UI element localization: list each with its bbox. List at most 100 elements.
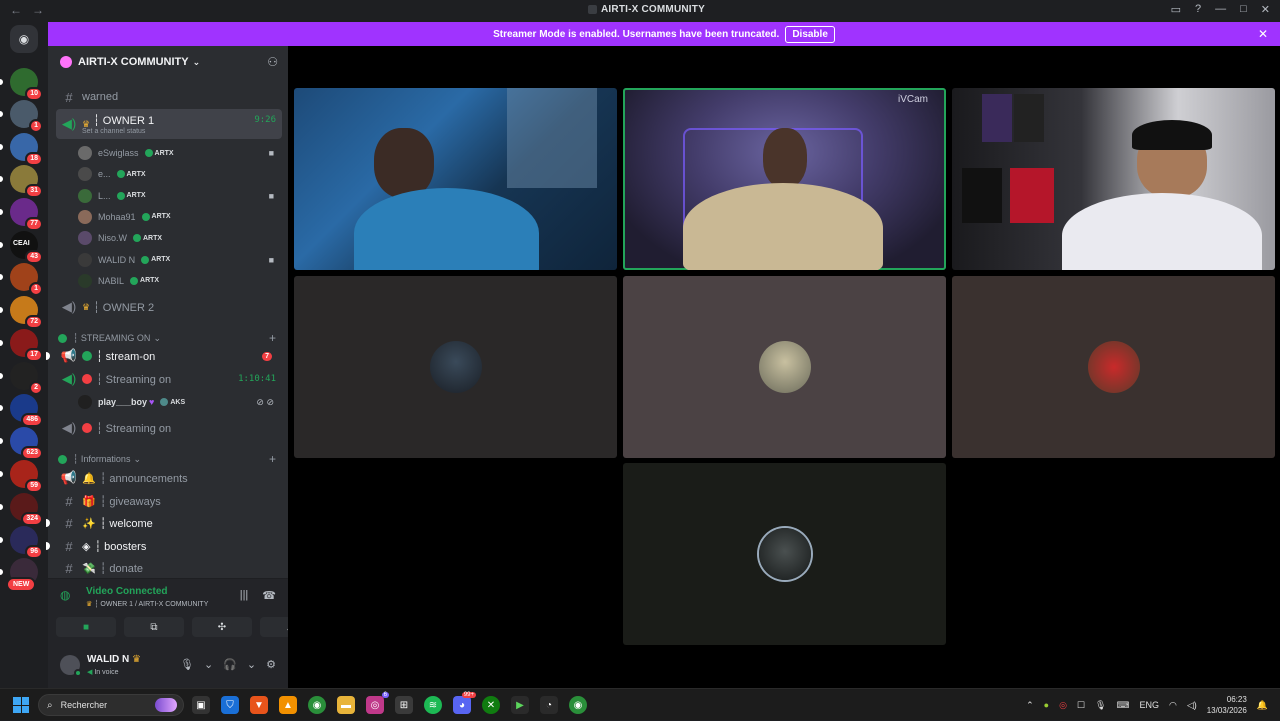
- server-icon[interactable]: 623: [10, 427, 43, 460]
- server-icon[interactable]: 31: [10, 165, 43, 198]
- voice-status[interactable]: Video Connected: [86, 586, 168, 597]
- server-icon[interactable]: NEW: [6, 558, 38, 592]
- voice-member[interactable]: Mohaa91 ARTX: [78, 208, 278, 226]
- disable-button[interactable]: Disable: [785, 25, 835, 43]
- steam-icon[interactable]: ◔: [540, 696, 558, 714]
- volume-icon[interactable]: ◁): [1187, 700, 1197, 711]
- camera-button[interactable]: ■: [56, 617, 116, 637]
- server-icon[interactable]: 77: [10, 198, 43, 231]
- chrome-profile-icon[interactable]: ◉: [569, 696, 587, 714]
- category-streaming-on[interactable]: ┆ STREAMING ON ⌄ +: [58, 331, 278, 345]
- close-banner-icon[interactable]: ✕: [1258, 27, 1268, 41]
- file-explorer-icon[interactable]: ▬: [337, 696, 355, 714]
- server-icon[interactable]: 1: [10, 263, 43, 296]
- invite-icon[interactable]: ⚇: [267, 55, 278, 69]
- tray-app-icon[interactable]: ☐: [1077, 700, 1085, 711]
- task-view-icon[interactable]: ▣: [192, 696, 210, 714]
- video-tile-6[interactable]: [952, 276, 1275, 458]
- voice-member[interactable]: e... ARTX: [78, 165, 278, 183]
- tray-app-icon[interactable]: ●: [1044, 700, 1049, 710]
- channel-donate[interactable]: # 💸 ┆ donate: [56, 558, 282, 578]
- server-icon[interactable]: 10: [10, 68, 43, 101]
- user-name[interactable]: WALID N ♛: [87, 654, 141, 665]
- chrome-icon[interactable]: ◉: [308, 696, 326, 714]
- server-icon[interactable]: 72: [10, 296, 43, 329]
- signal-icon[interactable]: ◍: [60, 588, 70, 602]
- microphone-icon[interactable]: 🎙: [1095, 700, 1106, 711]
- channel-giveaways[interactable]: # 🎁 ┆ giveaways: [56, 491, 282, 511]
- brave-browser-icon[interactable]: ▼: [250, 696, 268, 714]
- headphones-icon[interactable]: 🎧: [223, 658, 237, 671]
- server-icon[interactable]: 18: [10, 133, 43, 166]
- settings-gear-icon[interactable]: ⚙: [266, 658, 276, 671]
- voice-channel-owner2[interactable]: ◀) ♛ ┆ OWNER 2: [56, 297, 282, 317]
- video-tile-4[interactable]: [294, 276, 617, 458]
- minimize-icon[interactable]: —: [1215, 3, 1226, 16]
- instagram-icon[interactable]: ◎ 6: [366, 692, 389, 714]
- chevron-down-icon[interactable]: ⌄: [204, 658, 213, 671]
- shield-icon[interactable]: ⛉: [221, 696, 239, 714]
- voice-member[interactable]: WALID N ARTX ■: [78, 251, 278, 269]
- keyboard-icon[interactable]: ⌨: [1116, 700, 1129, 711]
- voice-member[interactable]: eSwiglass ARTX ■: [78, 144, 278, 162]
- taskbar-search[interactable]: ⌕ Rechercher: [38, 694, 184, 716]
- microphone-icon[interactable]: 🎙: [180, 658, 194, 671]
- server-icon[interactable]: CEAI 43: [10, 231, 43, 264]
- voice-location[interactable]: ♛ ┆ OWNER 1 / AIRTI-X COMMUNITY: [86, 600, 208, 608]
- close-window-icon[interactable]: ✕: [1261, 3, 1270, 16]
- activities-button[interactable]: ✣: [192, 617, 252, 637]
- noise-suppression-icon[interactable]: |||: [240, 589, 249, 602]
- channel-status[interactable]: Set a channel status: [82, 128, 145, 135]
- inbox-icon[interactable]: ▭: [1171, 3, 1181, 16]
- channel-stream-on[interactable]: 📢 ┆ stream-on 7: [46, 346, 282, 366]
- vlc-icon[interactable]: ▲: [279, 696, 297, 714]
- add-channel-icon[interactable]: +: [269, 331, 276, 345]
- windows-start-icon[interactable]: [13, 697, 29, 713]
- video-tile-2[interactable]: iVCam: [623, 88, 946, 270]
- maximize-icon[interactable]: □: [1240, 3, 1247, 16]
- server-icon[interactable]: 1: [10, 100, 43, 133]
- server-icon[interactable]: 96: [10, 526, 43, 559]
- wifi-icon[interactable]: ◠: [1169, 700, 1177, 711]
- video-tile-3[interactable]: [952, 88, 1275, 270]
- help-icon[interactable]: ?: [1195, 3, 1201, 16]
- disconnect-icon[interactable]: ☎: [262, 589, 276, 602]
- video-tile-5[interactable]: [623, 276, 946, 458]
- back-arrow-icon[interactable]: ←: [10, 3, 22, 17]
- server-icon[interactable]: 486: [10, 394, 43, 427]
- microsoft-store-icon[interactable]: ⊞: [395, 696, 413, 714]
- voice-channel-owner1[interactable]: ◀) ♛ ┆ OWNER 1 Set a channel status 9:26: [56, 109, 282, 139]
- avatar[interactable]: [60, 655, 82, 677]
- voice-member[interactable]: NABIL ARTX: [78, 272, 278, 290]
- clock[interactable]: 06:23 13/03/2026: [1207, 694, 1247, 716]
- voice-channel-streaming-on-2[interactable]: ◀) ┆ Streaming on: [56, 418, 282, 438]
- server-icon[interactable]: 2: [10, 362, 43, 395]
- screen-share-button[interactable]: ⧉: [124, 617, 184, 637]
- chevron-up-icon[interactable]: ⌃: [1026, 700, 1034, 711]
- voice-user-play-boy[interactable]: play___boy ♥ AKS ⊘ ⊘: [78, 393, 278, 411]
- video-tile-1[interactable]: [294, 88, 617, 270]
- category-informations[interactable]: ┆ Informations ⌄ +: [58, 452, 278, 466]
- channel-welcome[interactable]: # ✨ ┆ welcome: [46, 513, 282, 533]
- server-icon[interactable]: 324: [10, 493, 43, 526]
- language-indicator[interactable]: ENG: [1139, 700, 1159, 710]
- channel-warned[interactable]: # warned: [56, 87, 282, 107]
- notifications-icon[interactable]: 🔔: [1257, 700, 1268, 711]
- voice-member[interactable]: Niso.W ARTX: [78, 229, 278, 247]
- spotify-icon[interactable]: ≋: [424, 696, 442, 714]
- discord-home-icon[interactable]: ◉: [10, 25, 38, 53]
- voice-channel-streaming-on[interactable]: ◀) ┆ Streaming on 1:10:41: [56, 369, 282, 389]
- discord-icon[interactable]: ◕ 99+: [453, 692, 476, 714]
- media-player-icon[interactable]: ▶: [511, 696, 529, 714]
- video-tile-7[interactable]: [623, 463, 946, 645]
- forward-arrow-icon[interactable]: →: [32, 3, 44, 17]
- add-channel-icon[interactable]: +: [269, 452, 276, 466]
- tray-app-icon[interactable]: ◎: [1059, 700, 1067, 711]
- server-header[interactable]: AIRTI-X COMMUNITY ⌄ ⚇: [48, 46, 288, 78]
- chevron-down-icon[interactable]: ⌄: [247, 658, 256, 671]
- channel-boosters[interactable]: # ◈ ┆ boosters: [46, 536, 282, 556]
- channel-announcements[interactable]: 📢 🔔 ┆ announcements: [56, 468, 282, 488]
- voice-member[interactable]: L... ARTX ■: [78, 187, 278, 205]
- xbox-icon[interactable]: ✕: [482, 696, 500, 714]
- server-icon[interactable]: 17: [10, 329, 43, 362]
